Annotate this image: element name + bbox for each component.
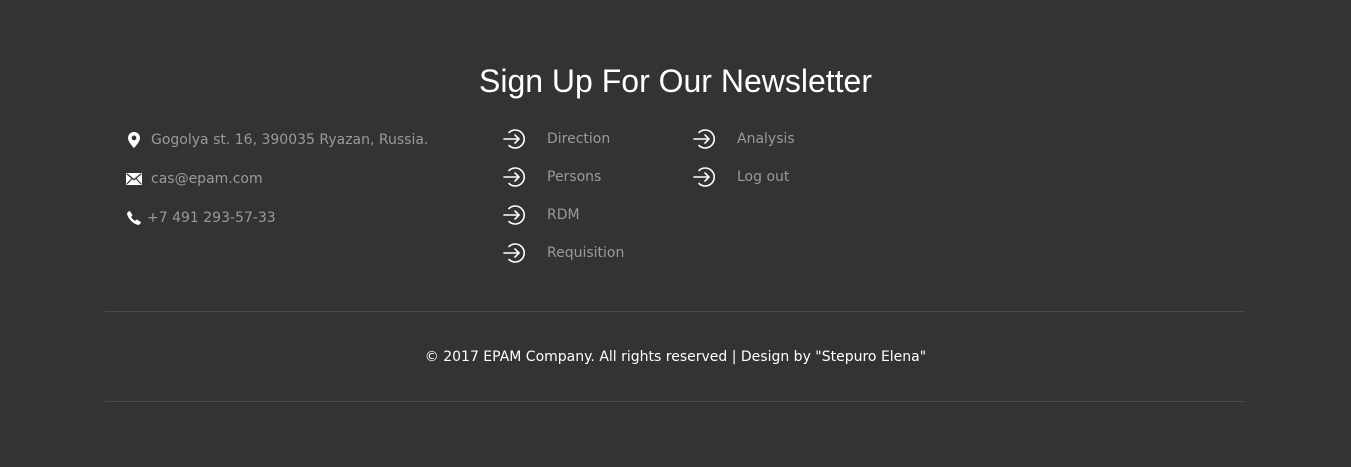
sign-in-icon <box>503 241 529 265</box>
bottom-divider <box>105 401 1245 402</box>
nav-item-label: Persons <box>547 169 602 185</box>
copyright-text: © 2017 EPAM Company. All rights reserved… <box>424 349 927 365</box>
nav-item-persons[interactable]: Persons <box>503 165 601 189</box>
nav-item-log-out[interactable]: Log out <box>693 165 789 189</box>
top-divider <box>105 311 1245 312</box>
sign-in-icon <box>693 165 719 189</box>
phone-icon <box>126 210 142 226</box>
sign-in-icon <box>503 127 529 151</box>
contact-email: cas@epam.com <box>126 169 263 189</box>
envelope-icon <box>126 171 142 187</box>
contact-phone-text: +7 491 293-57-33 <box>147 210 276 226</box>
contact-email-link[interactable]: cas@epam.com <box>151 171 263 187</box>
sign-in-icon <box>503 165 529 189</box>
nav-item-label: Requisition <box>547 245 625 261</box>
sign-in-icon <box>503 203 529 227</box>
newsletter-title: Sign Up For Our Newsletter <box>478 63 872 99</box>
nav-item-label: Analysis <box>737 131 795 147</box>
sign-in-icon <box>693 127 719 151</box>
nav-item-analysis[interactable]: Analysis <box>693 127 795 151</box>
nav-item-label: Direction <box>547 131 611 147</box>
nav-item-label: RDM <box>547 207 580 223</box>
contact-address: Gogolya st. 16, 390035 Ryazan, Russia. <box>126 130 428 150</box>
nav-item-requisition[interactable]: Requisition <box>503 241 624 265</box>
site-footer: Sign Up For Our Newsletter Gogolya st. 1… <box>0 0 1351 467</box>
contact-phone: +7 491 293-57-33 <box>126 208 276 228</box>
nav-item-rdm[interactable]: RDM <box>503 203 580 227</box>
nav-item-direction[interactable]: Direction <box>503 127 610 151</box>
nav-item-label: Log out <box>737 169 790 185</box>
map-pin-icon <box>126 132 142 148</box>
contact-address-text: Gogolya st. 16, 390035 Ryazan, Russia. <box>151 132 429 148</box>
